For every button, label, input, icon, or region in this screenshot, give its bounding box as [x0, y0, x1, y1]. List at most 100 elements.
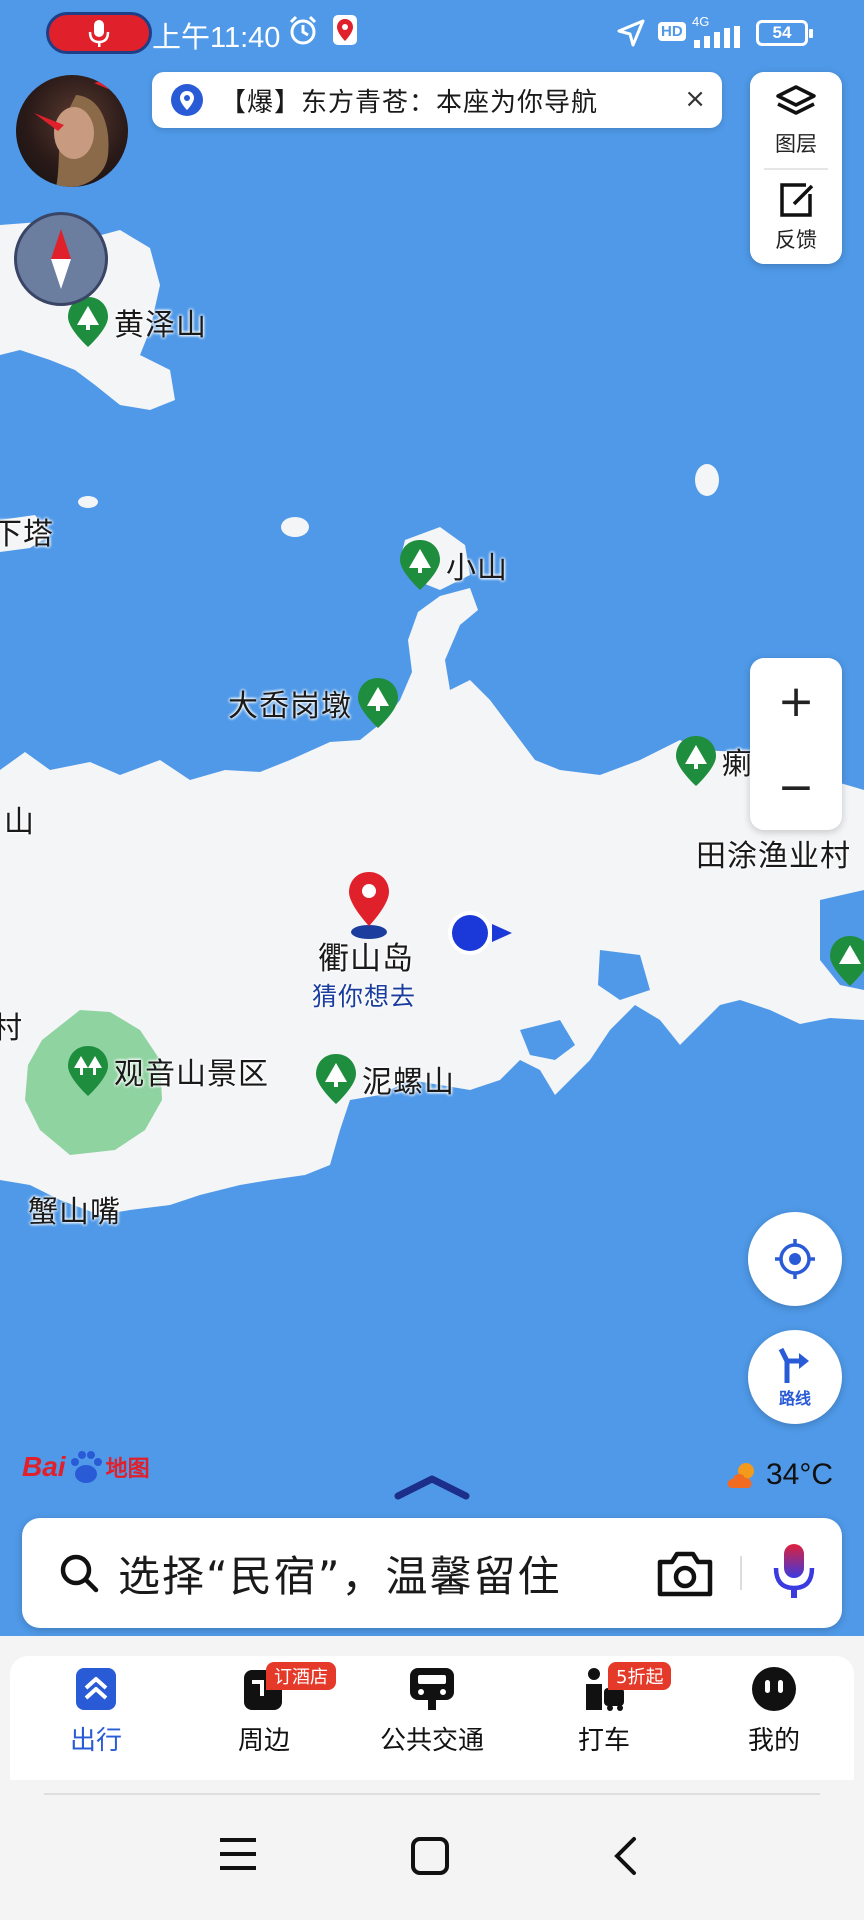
land-shapes: [0, 222, 864, 1215]
mountain-pin-icon: [358, 678, 398, 728]
locate-icon: [775, 1239, 815, 1279]
tab-profile[interactable]: 我的: [694, 1666, 854, 1757]
tab-label: 周边: [237, 1726, 290, 1756]
divider: [44, 1793, 820, 1795]
poi-dagangdun[interactable]: 大岙岗墩: [228, 676, 400, 730]
feedback-button[interactable]: 反馈: [750, 180, 842, 254]
destination-marker[interactable]: [344, 870, 394, 940]
logo-text: Bai: [22, 1451, 66, 1482]
route-label: 路线: [778, 1389, 811, 1408]
compass-button[interactable]: [14, 212, 108, 306]
temperature: 34°C: [766, 1458, 834, 1491]
zoom-out-button[interactable]: −: [750, 744, 842, 830]
poi-huangzeshan[interactable]: 黄泽山: [66, 295, 207, 349]
divider: [740, 1556, 742, 1590]
avatar-image: [34, 77, 114, 187]
camera-icon[interactable]: [656, 1548, 714, 1598]
place-label-xiata: 下塔: [0, 517, 54, 552]
location-icon: [171, 84, 203, 116]
place-label-shan: 山: [4, 805, 35, 840]
avatar[interactable]: [16, 75, 128, 187]
tab-travel[interactable]: 出行: [16, 1666, 176, 1757]
tab-bar: 出行 周边 订酒店 公共交通 打车 5折起 我的: [10, 1656, 854, 1780]
zoom-controls: + −: [750, 658, 842, 830]
close-icon[interactable]: ×: [684, 84, 706, 114]
bottom-area: 出行 周边 订酒店 公共交通 打车 5折起 我的: [0, 1636, 864, 1920]
tab-label: 我的: [747, 1726, 800, 1756]
promo-banner[interactable]: 【爆】东方青苍：本座为你导航 ×: [152, 72, 722, 128]
mountain-pin-icon: [316, 1054, 356, 1104]
tab-label: 打车: [577, 1726, 630, 1756]
chevron-up-icon[interactable]: [394, 1474, 470, 1500]
mountain-pin-icon: [830, 936, 864, 986]
search-placeholder[interactable]: 选择“民宿”，温馨留住: [118, 1543, 562, 1604]
banner-text: 【爆】东方青苍：本座为你导航: [220, 87, 599, 118]
place-label-tiantu: 田涂渔业村: [696, 839, 851, 874]
tab-label: 出行: [69, 1726, 122, 1756]
place-label-xieshanzui: 蟹山嘴: [28, 1195, 121, 1230]
alarm-icon: [289, 15, 317, 45]
signal-icon: [694, 26, 740, 48]
baidu-map-logo: Bai 地图: [22, 1450, 150, 1484]
locate-me-button[interactable]: [748, 1212, 842, 1306]
voice-recording-indicator[interactable]: [46, 12, 152, 54]
tab-label: 公共交通: [379, 1726, 484, 1756]
zoom-in-button[interactable]: +: [750, 658, 842, 744]
microphone-icon: [88, 20, 110, 47]
feedback-label: 反馈: [775, 228, 817, 252]
place-label-cun: 村: [0, 1011, 23, 1046]
navigation-arrow-icon: [617, 19, 645, 47]
search-bar[interactable]: 选择“民宿”，温馨留住: [22, 1518, 842, 1628]
park-pin-icon: [68, 1046, 108, 1096]
menu-icon[interactable]: [218, 1836, 258, 1872]
bus-icon: [410, 1668, 454, 1710]
poi-label: 瘌: [722, 747, 753, 782]
voice-search-icon[interactable]: [768, 1540, 820, 1604]
mountain-pin-icon: [400, 540, 440, 590]
edit-icon: [780, 183, 814, 217]
layers-label: 图层: [775, 132, 817, 156]
divider: [764, 168, 828, 170]
current-location-icon: [448, 911, 512, 955]
logo-subtext: 地图: [105, 1457, 150, 1482]
layers-icon: [776, 85, 816, 115]
poi-niluoshan[interactable]: 泥螺山: [314, 1052, 455, 1106]
map-tools-panel: 图层 反馈: [750, 72, 842, 264]
travel-icon: [76, 1668, 116, 1710]
tab-taxi[interactable]: 打车 5折起: [524, 1662, 684, 1757]
poi-guanyin[interactable]: 观音山景区: [66, 1044, 269, 1098]
layers-button[interactable]: 图层: [750, 84, 842, 158]
route-icon: [778, 1347, 809, 1383]
location-pin-icon: [349, 872, 389, 939]
poi-label: 大岙岗墩: [228, 689, 352, 724]
mountain-pin-icon: [676, 736, 716, 786]
poi-label: 小山: [446, 551, 508, 586]
search-icon: [60, 1554, 99, 1593]
profile-icon: [752, 1667, 796, 1711]
status-time: 上午11:40: [152, 22, 281, 54]
poi-xiaoshan[interactable]: 小山: [398, 538, 508, 592]
tab-nearby[interactable]: 周边 订酒店: [184, 1662, 344, 1757]
tab-transit[interactable]: 公共交通: [352, 1666, 512, 1757]
route-button[interactable]: 路线: [748, 1330, 842, 1424]
poi-right-edge-pin[interactable]: [828, 934, 864, 988]
compass-icon: [51, 229, 71, 289]
home-icon[interactable]: [410, 1836, 450, 1876]
status-bar: 上午11:40 HD 4G 54: [0, 0, 864, 66]
island-name-label[interactable]: 衢山岛: [318, 944, 414, 975]
back-icon[interactable]: [612, 1836, 640, 1876]
poi-label: 观音山景区: [114, 1057, 269, 1092]
poi-label: 黄泽山: [114, 308, 207, 343]
paw-icon: [70, 1451, 102, 1483]
map-canvas[interactable]: 下塔 山 村 田涂渔业村 蟹山嘴 黄泽山 小山 大岙岗墩 瘌 观音山景区 泥螺山…: [0, 0, 864, 1660]
battery-indicator: 54: [756, 20, 813, 46]
guess-destination-label[interactable]: 猜你想去: [312, 984, 416, 1009]
cloud-sun-icon: [727, 1463, 754, 1488]
current-location-marker: [446, 908, 516, 958]
poi-right-edge[interactable]: 瘌: [674, 734, 753, 788]
map-pin-status-icon: [333, 15, 357, 45]
hotel-badge: 订酒店: [266, 1662, 336, 1690]
weather-widget[interactable]: 34°C: [724, 1458, 833, 1492]
hd-indicator: HD: [658, 22, 686, 41]
poi-label: 泥螺山: [362, 1065, 455, 1100]
